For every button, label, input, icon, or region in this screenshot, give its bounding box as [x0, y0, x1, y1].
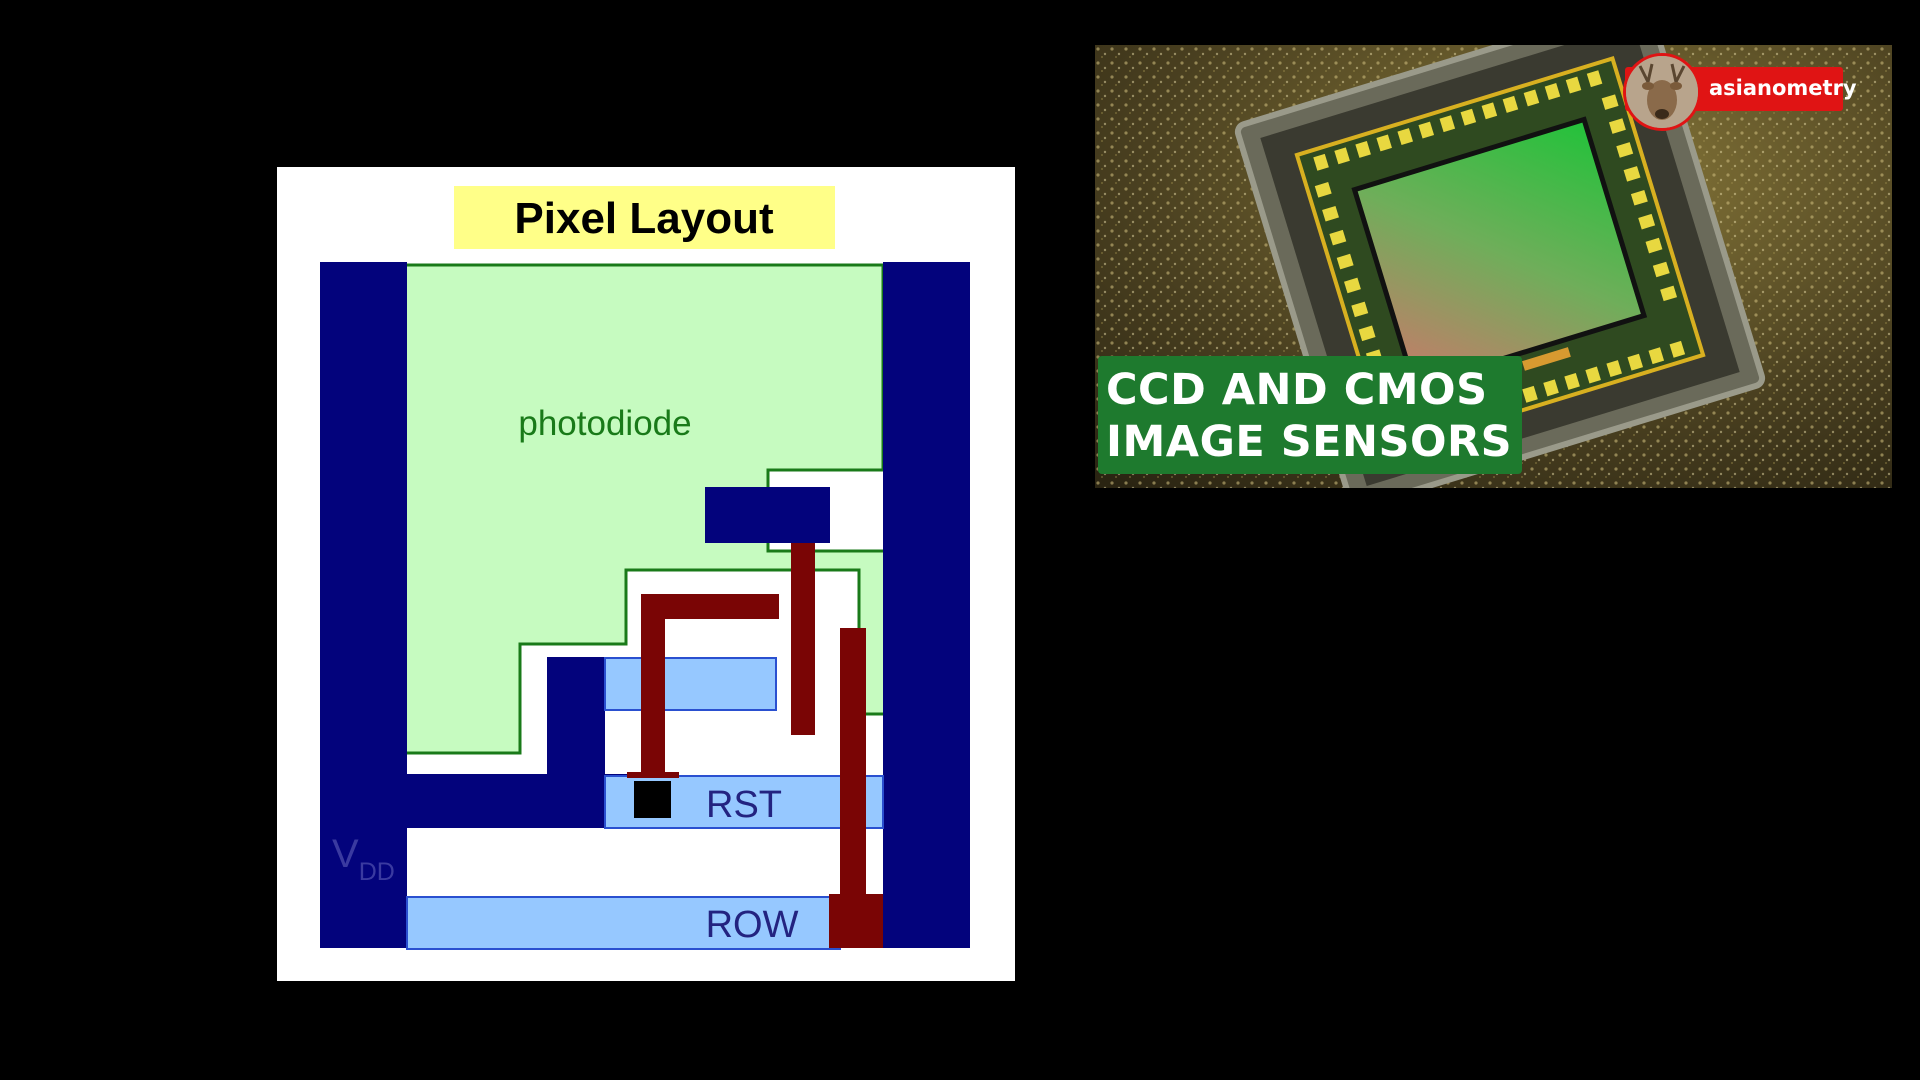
diagram-title: Pixel Layout	[514, 194, 774, 243]
metal-vertical-tab	[547, 657, 605, 828]
interconnect-vertical-mid	[791, 541, 815, 735]
interconnect-vertical-right	[840, 628, 866, 913]
channel-badge[interactable]: asianometry	[1623, 53, 1857, 131]
vdd-label-main: V	[332, 832, 359, 876]
rst-label: RST	[706, 784, 782, 826]
photodiode-label: photodiode	[518, 404, 691, 443]
caption-line-2: IMAGE SENSORS	[1106, 417, 1513, 467]
deer-avatar-icon	[1626, 56, 1698, 128]
row-label: ROW	[706, 904, 799, 946]
pixel-layout-diagram: Pixel Layout photodiode RST ROW VDD	[277, 167, 1015, 981]
channel-avatar[interactable]	[1623, 53, 1701, 131]
channel-name[interactable]: asianometry	[1709, 76, 1857, 100]
transfer-gate-poly	[604, 657, 777, 711]
metal-pad-top	[705, 487, 830, 543]
output-contact-pad	[829, 894, 883, 948]
pixel-layout-svg: Pixel Layout photodiode RST ROW VDD	[320, 186, 970, 950]
vdd-label-subscript: DD	[359, 858, 395, 886]
video-title-caption: CCD AND CMOS IMAGE SENSORS	[1098, 356, 1523, 474]
video-thumbnail[interactable]: CCD AND CMOS IMAGE SENSORS asianometry	[1095, 45, 1892, 488]
interconnect-vertical-left	[641, 594, 665, 774]
contact-square	[634, 781, 671, 818]
interconnect-foot	[627, 772, 679, 778]
caption-line-1: CCD AND CMOS	[1106, 365, 1488, 415]
metal-rail-right	[883, 262, 970, 948]
